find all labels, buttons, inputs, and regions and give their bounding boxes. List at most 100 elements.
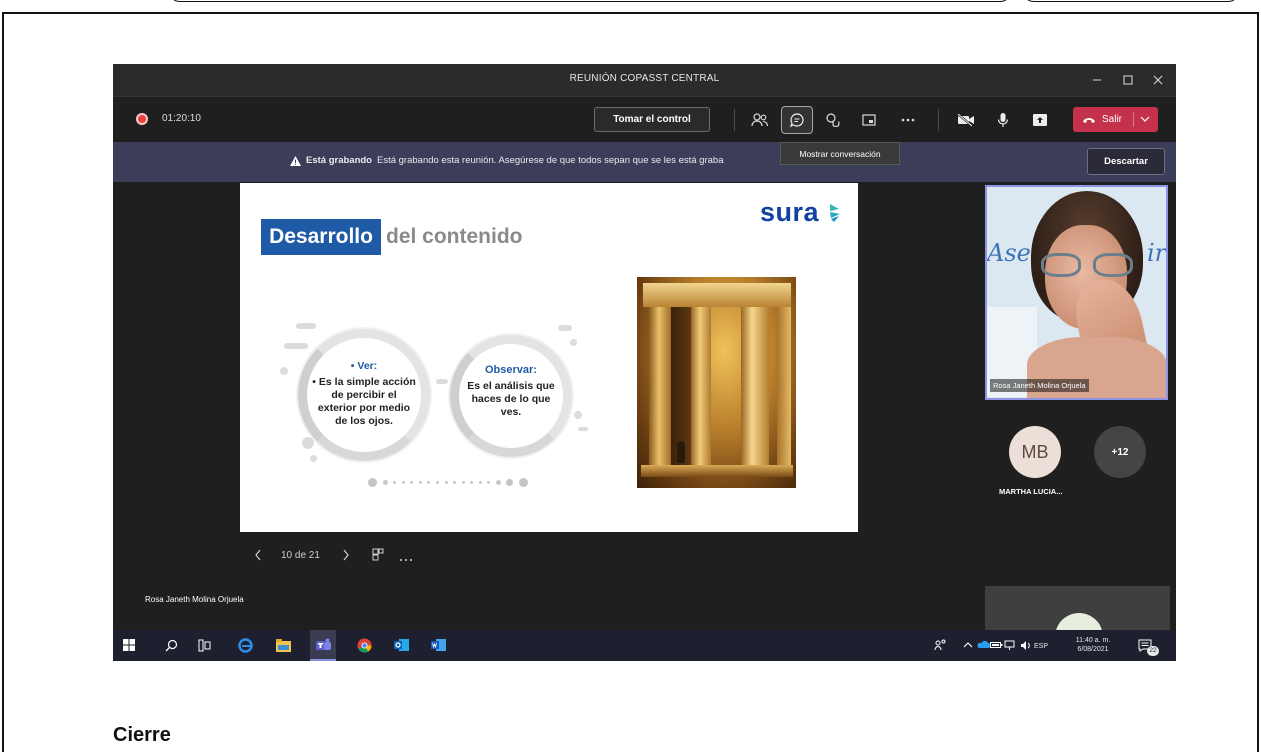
decor-dot <box>410 480 414 484</box>
reactions-icon[interactable] <box>821 108 845 132</box>
share-screen-icon[interactable] <box>1028 108 1052 132</box>
clock-time: 11:40 a. m. <box>1075 637 1111 644</box>
outlook-icon[interactable] <box>393 637 409 653</box>
more-icon[interactable] <box>896 108 920 132</box>
circle-observar-line: Es el análisis que <box>467 380 555 392</box>
shared-slide: Desarrollo del contenido sura • Ver: • E… <box>240 183 858 532</box>
windows-start-icon[interactable] <box>121 637 137 653</box>
volume-icon[interactable] <box>1018 637 1034 653</box>
windows-taskbar: ESP 11:40 a. m. 6/08/2021 22 <box>113 630 1176 661</box>
maximize-icon[interactable] <box>1116 70 1140 90</box>
decor-dot <box>401 480 405 484</box>
more-glyph <box>901 118 915 122</box>
presenter-caption: Rosa Janeth Molina Orjuela <box>145 595 244 604</box>
word-icon[interactable] <box>430 637 446 653</box>
slide-dots-row <box>368 477 528 487</box>
slide-grid-icon[interactable] <box>372 548 384 564</box>
slide-title-rest: del contenido <box>386 225 523 248</box>
file-explorer-icon[interactable] <box>275 637 291 653</box>
circle-ver-line: exterior por medio <box>317 402 411 414</box>
teams-icon[interactable] <box>315 637 331 653</box>
close-icon[interactable] <box>1146 70 1170 90</box>
minimize-glyph <box>1093 79 1101 81</box>
circle-ver-heading: • Ver: <box>307 360 421 373</box>
decor-dot <box>444 480 448 484</box>
decor-dot <box>506 478 514 486</box>
caret-up-icon[interactable] <box>960 637 976 653</box>
meeting-stage: Desarrollo del contenido sura • Ver: • E… <box>113 182 1176 661</box>
more-participants-count: +12 <box>1111 446 1129 458</box>
concept-circle-observar: Observar: Es el análisis que haces de lo… <box>450 335 572 457</box>
phone-hangup-icon <box>1082 116 1096 124</box>
recording-banner: Está grabando Está grabando esta reunión… <box>113 142 1176 182</box>
network-icon[interactable] <box>1002 637 1018 653</box>
leave-button[interactable]: Salir <box>1073 107 1158 132</box>
page-frame-right <box>1257 12 1259 752</box>
dismiss-button[interactable]: Descartar <box>1087 148 1165 175</box>
close-glyph <box>1153 75 1163 85</box>
circle-ver-line: de percibir el <box>331 389 397 401</box>
decor-bubble <box>284 343 308 349</box>
microphone-glyph <box>997 113 1009 127</box>
logo-arrow-icon <box>830 204 841 222</box>
temple-pillar <box>691 307 711 467</box>
chat-tooltip: Mostrar conversación <box>780 142 900 165</box>
decor-dot <box>418 480 422 484</box>
decor-dot <box>427 480 431 484</box>
decor-dot <box>435 480 439 484</box>
share-tray-icon[interactable] <box>857 108 881 132</box>
clock-date: 6/08/2021 <box>1077 646 1109 653</box>
share-screen-glyph <box>1033 114 1047 126</box>
microphone-icon[interactable] <box>991 108 1015 132</box>
banner-title: Está grabando <box>306 155 372 166</box>
chat-icon[interactable] <box>781 106 813 134</box>
chevron-down-icon[interactable] <box>1140 115 1150 123</box>
chevron-right-icon[interactable] <box>342 549 350 564</box>
participants-icon[interactable] <box>748 108 772 132</box>
more-icon[interactable] <box>399 554 413 565</box>
circle-observar-heading: Observar: <box>485 364 537 376</box>
take-control-button[interactable]: Tomar el control <box>594 107 710 132</box>
title-bar: REUNIÓN COPASST CENTRAL <box>113 64 1176 96</box>
camera-off-icon[interactable] <box>954 108 978 132</box>
decor-dot <box>461 480 465 484</box>
chat-glyph <box>789 113 804 128</box>
warning-icon <box>290 155 301 166</box>
decor-dot <box>495 479 501 485</box>
previous-box-bottom-right <box>1022 0 1240 2</box>
meeting-toolbar: 01:20:10 Tomar el control Salir <box>113 96 1176 142</box>
temple-base <box>641 465 793 477</box>
edge-icon[interactable] <box>237 637 253 653</box>
previous-box-bottom-left <box>168 0 1012 2</box>
circle-observar-line: haces de lo que <box>471 393 551 405</box>
line-bullet: • <box>312 376 316 388</box>
decor-bubble <box>302 437 314 449</box>
decor-dot <box>393 480 397 484</box>
avatar[interactable]: MB <box>1009 426 1061 478</box>
chrome-icon[interactable] <box>356 637 372 653</box>
minimize-icon[interactable] <box>1085 70 1109 90</box>
sura-logo: sura <box>760 197 846 228</box>
temple-pillar <box>649 307 671 467</box>
chevron-left-icon[interactable] <box>254 549 262 564</box>
decor-bubble <box>558 325 572 331</box>
maximize-glyph <box>1123 75 1133 85</box>
decor-bubble <box>296 323 316 329</box>
clock[interactable]: 11:40 a. m. 6/08/2021 <box>1068 636 1118 654</box>
more-participants-button[interactable]: +12 <box>1094 426 1146 478</box>
temple-image <box>637 277 796 488</box>
task-view-icon[interactable] <box>196 637 212 653</box>
toolbar-divider <box>938 109 939 131</box>
toolbar-divider <box>734 109 735 131</box>
circle-observar-content: Observar: Es el análisis que haces de lo… <box>459 364 563 419</box>
heading-bullet: • <box>350 360 355 372</box>
search-icon[interactable] <box>163 637 179 653</box>
speaker-video-tile[interactable]: Aseg ir Rosa Janeth Molina Orjuela <box>985 185 1168 400</box>
circle-ver-line-text: Es la simple acción <box>318 376 416 388</box>
input-language[interactable]: ESP <box>1034 642 1048 651</box>
decor-bubble <box>570 339 577 346</box>
banner-message: Está grabando esta reunión. Asegúrese de… <box>377 155 724 166</box>
decor-bubble <box>574 411 582 419</box>
glasses-lens <box>1041 253 1081 277</box>
people-icon[interactable] <box>932 637 948 653</box>
